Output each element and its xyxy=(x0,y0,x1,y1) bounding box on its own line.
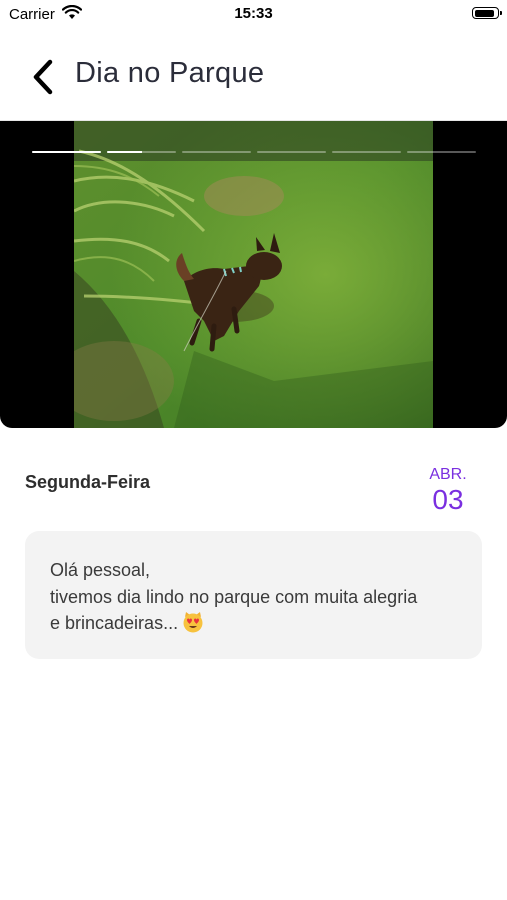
page-title: Dia no Parque xyxy=(75,57,265,89)
message-text: e brincadeiras... xyxy=(50,613,179,633)
date-day: 03 xyxy=(432,484,464,515)
chevron-left-icon xyxy=(33,59,53,95)
story-progress-segment xyxy=(32,151,101,153)
story-progress-segment xyxy=(407,151,476,153)
story-progress-segment xyxy=(332,151,401,153)
story-progress-segment xyxy=(182,151,251,153)
story-viewer[interactable] xyxy=(0,121,507,428)
story-progress-segment xyxy=(107,151,176,153)
story-progress-fill xyxy=(107,151,142,153)
story-progress-bar xyxy=(32,151,476,154)
day-of-week: Segunda-Feira xyxy=(25,472,151,492)
story-progress-fill xyxy=(32,151,101,153)
date-month: ABR. xyxy=(429,466,467,483)
story-photo xyxy=(74,121,433,428)
message-line: Olá pessoal, xyxy=(50,560,151,580)
dog-on-grass-photo xyxy=(74,121,433,428)
message-card: Olá pessoal, tivemos dia lindo no parque… xyxy=(25,531,482,659)
battery-icon xyxy=(472,7,502,19)
status-bar: Carrier 15:33 xyxy=(0,0,507,28)
status-time: 15:33 xyxy=(234,5,273,22)
message-line: tivemos dia lindo no parque com muita al… xyxy=(50,586,418,607)
story-progress-segment xyxy=(257,151,326,153)
heart-eyes-cat-emoji-icon xyxy=(182,611,204,641)
back-button[interactable] xyxy=(26,56,60,98)
message-line: e brincadeiras... xyxy=(50,610,457,641)
navigation-bar: Dia no Parque xyxy=(0,40,507,121)
